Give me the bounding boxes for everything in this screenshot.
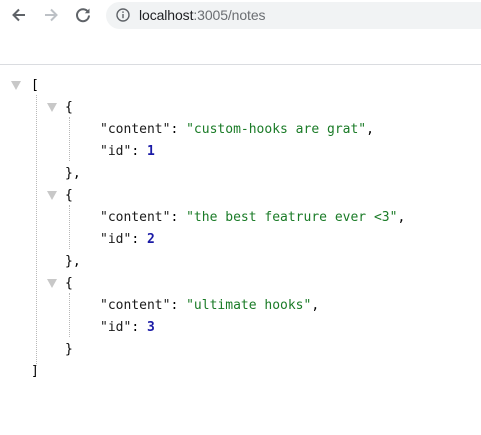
root-open-bracket: [ [31,78,39,93]
toolbar-divider [0,64,481,65]
collapse-triangle-icon[interactable] [47,103,57,112]
collapse-triangle-icon[interactable] [47,279,57,288]
json-property-line: "content": "custom-hooks are grat", [100,122,374,137]
json-property-line: "id": 3 [100,320,155,335]
json-number-value: 3 [146,320,155,335]
json-string-value: "ultimate hooks" [186,298,312,313]
json-key: "content" [100,298,171,313]
forward-button[interactable] [39,4,63,26]
url-text: localhost:3005/notes [139,7,266,24]
object-close-brace: } [65,342,73,357]
object-open-brace: { [65,188,73,203]
json-property-line: "content": "ultimate hooks", [100,298,320,313]
json-key: "content" [100,122,171,137]
object-indent-guide [69,293,70,337]
json-number-value: 1 [146,144,155,159]
json-string-value: "custom-hooks are grat" [186,122,367,137]
root-close-bracket: ] [31,364,39,379]
info-icon[interactable] [116,8,130,22]
back-button[interactable] [7,4,31,26]
object-open-brace: { [65,276,73,291]
address-bar[interactable]: localhost:3005/notes [106,2,481,29]
collapse-triangle-icon[interactable] [11,81,21,90]
json-property-line: "id": 1 [100,144,155,159]
json-key: "id" [100,144,132,159]
collapse-triangle-icon[interactable] [47,191,57,200]
object-close-brace: }, [65,166,81,181]
json-key: "content" [100,210,171,225]
json-property-line: "id": 2 [100,232,155,247]
object-indent-guide [69,117,70,161]
json-string-value: "the best featrure ever <3" [186,210,398,225]
reload-icon [76,8,90,23]
url-path: :3005/notes [193,7,266,23]
object-close-brace: }, [65,254,81,269]
object-indent-guide [69,205,70,249]
root-indent-guide [36,95,37,366]
json-property-line: "content": "the best featrure ever <3", [100,210,406,225]
arrow-left-icon [12,8,25,22]
url-host: localhost [139,7,194,23]
json-key: "id" [100,320,132,335]
browser-toolbar: localhost:3005/notes [0,0,481,32]
json-number-value: 2 [146,232,155,247]
reload-button[interactable] [71,4,95,26]
object-open-brace: { [65,100,73,115]
arrow-right-icon [45,8,58,22]
json-key: "id" [100,232,132,247]
